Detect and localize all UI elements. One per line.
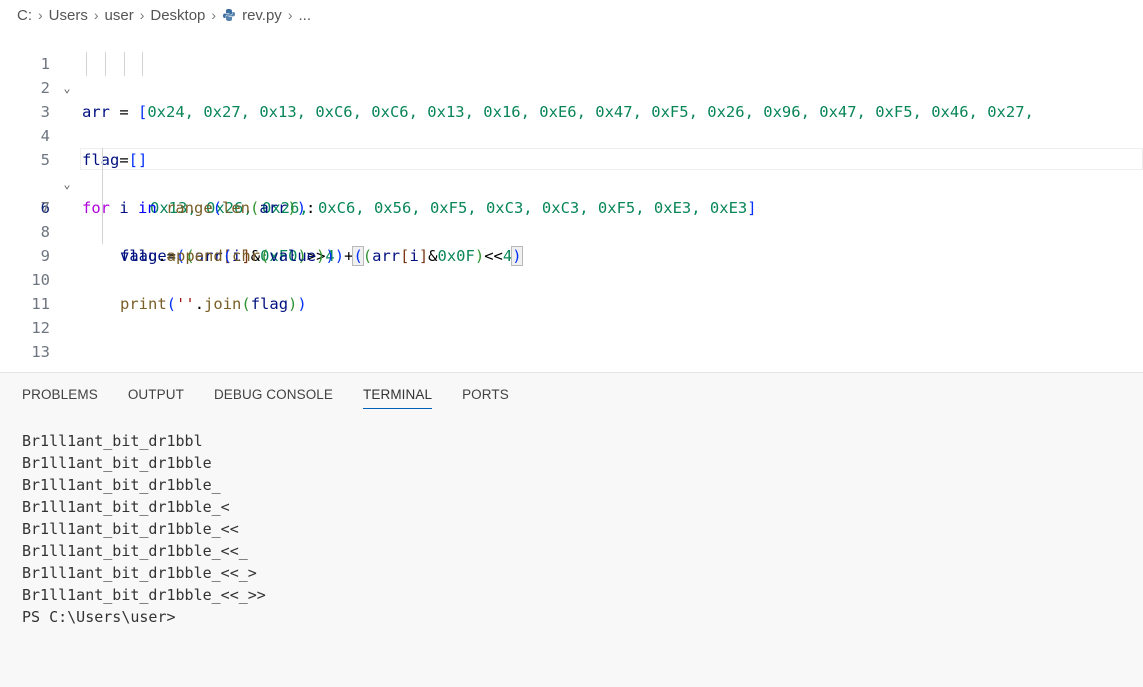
chevron-right-icon: › xyxy=(38,7,43,23)
terminal-line: Br1ll1ant_bit_dr1bble_ xyxy=(22,476,221,494)
breadcrumb-desktop[interactable]: Desktop xyxy=(150,7,205,24)
tab-terminal[interactable]: TERMINAL xyxy=(363,387,433,409)
breadcrumb-users[interactable]: Users xyxy=(49,7,88,24)
indent-guide xyxy=(105,52,106,76)
breadcrumb: C: › Users › user › Desktop › rev.py › .… xyxy=(0,0,1143,30)
tab-problems[interactable]: PROBLEMS xyxy=(22,387,98,409)
code-line: 8 xyxy=(0,196,1143,241)
breadcrumb-user[interactable]: user xyxy=(105,7,134,24)
code-line: 11 xyxy=(0,268,1143,313)
code-line: 10 xyxy=(0,244,1143,289)
indent-guide xyxy=(86,52,87,76)
terminal-line: Br1ll1ant_bit_dr1bble_<<_ xyxy=(22,542,248,560)
chevron-right-icon: › xyxy=(211,7,217,23)
code-line: 12 xyxy=(0,292,1143,337)
terminal-line: Br1ll1ant_bit_dr1bble_<<_>> xyxy=(22,586,266,604)
tab-output[interactable]: OUTPUT xyxy=(128,387,184,409)
terminal-line: Br1ll1ant_bit_dr1bbl xyxy=(22,432,203,450)
chevron-right-icon: › xyxy=(287,7,293,23)
code-line: 7 flag.append(chr(value)) xyxy=(0,172,1143,265)
indent-guide xyxy=(102,220,103,244)
indent-guide xyxy=(142,52,143,76)
breadcrumb-symbols[interactable]: ... xyxy=(298,7,311,24)
terminal-line: Br1ll1ant_bit_dr1bble_<<_> xyxy=(22,564,257,582)
code-line: 13 xyxy=(0,316,1143,361)
indent-guide xyxy=(102,148,103,172)
terminal-line: Br1ll1ant_bit_dr1bble_<< xyxy=(22,520,239,538)
indent-guide xyxy=(102,196,103,220)
breadcrumb-file[interactable]: rev.py xyxy=(242,7,282,24)
indent-guide xyxy=(102,172,103,196)
tab-ports[interactable]: PORTS xyxy=(462,387,509,409)
panel-tabs: PROBLEMS OUTPUT DEBUG CONSOLE TERMINAL P… xyxy=(22,387,539,409)
indent-guide xyxy=(124,52,125,76)
code-line: 9 print(''.join(flag)) xyxy=(0,220,1143,313)
line-number: 13 xyxy=(31,343,50,361)
code-line: 3 xyxy=(0,76,1143,121)
code-line: 1 ⌄ arr = [0x24, 0x27, 0x13, 0xC6, 0xC6,… xyxy=(0,28,1143,121)
terminal-prompt[interactable]: PS C:\Users\user> xyxy=(22,606,266,628)
code-editor[interactable]: 1 ⌄ arr = [0x24, 0x27, 0x13, 0xC6, 0xC6,… xyxy=(0,28,1143,372)
chevron-right-icon: › xyxy=(93,7,99,23)
terminal-output[interactable]: Br1ll1ant_bit_dr1bbl Br1ll1ant_bit_dr1bb… xyxy=(22,430,266,628)
chevron-right-icon: › xyxy=(139,7,145,23)
code-line-active: 6 value=((arr[i]&0xF0)>>4)+((arr[i]&0x0F… xyxy=(0,148,1143,266)
bottom-panel: PROBLEMS OUTPUT DEBUG CONSOLE TERMINAL P… xyxy=(0,372,1143,687)
tab-debug-console[interactable]: DEBUG CONSOLE xyxy=(214,387,333,409)
terminal-line: Br1ll1ant_bit_dr1bble_< xyxy=(22,498,230,516)
code-line: 5 ⌄ for i in range(len(arr)): xyxy=(0,124,1143,217)
terminal-line: Br1ll1ant_bit_dr1bble xyxy=(22,454,212,472)
code-line: 2 0x13, 0x26, 0x26, 0xC6, 0x56, 0xF5, 0x… xyxy=(0,52,1143,217)
current-line-highlight xyxy=(80,148,1143,170)
breadcrumb-drive[interactable]: C: xyxy=(17,7,32,24)
python-file-icon xyxy=(222,8,236,22)
code-line: 4 flag=[] xyxy=(0,100,1143,169)
